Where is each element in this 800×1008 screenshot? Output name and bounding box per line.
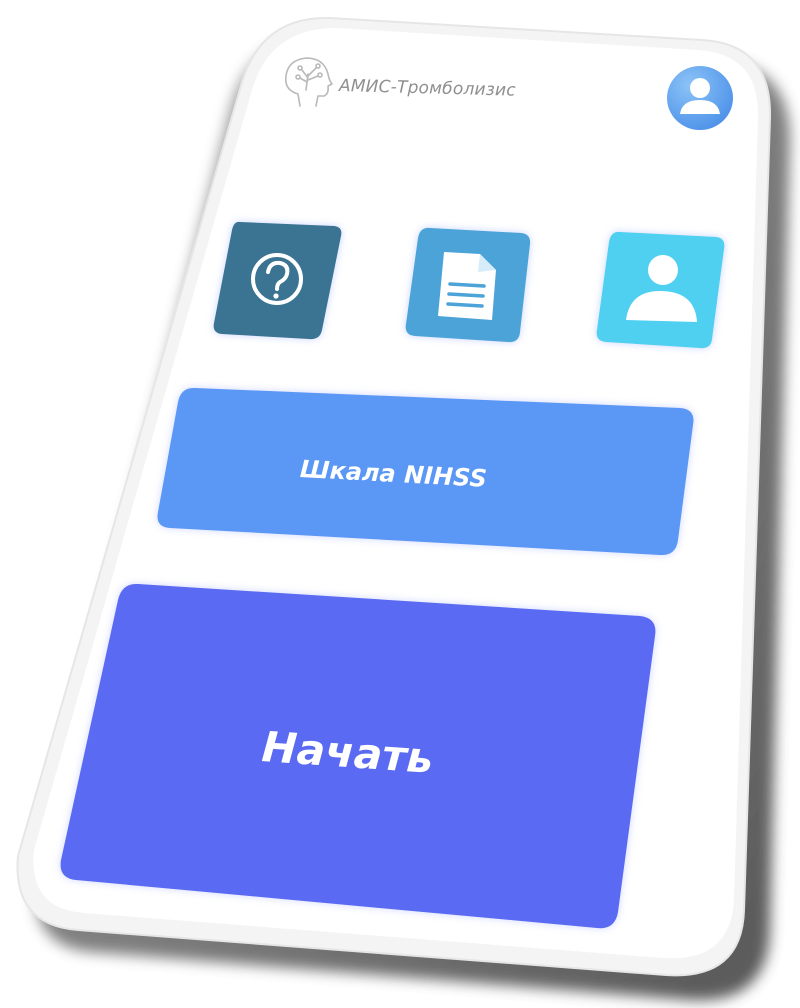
document-tile-button[interactable] <box>400 224 535 348</box>
help-tile-button[interactable] <box>208 218 348 344</box>
document-icon <box>438 252 496 320</box>
phone-mockup: АМИС-Тромболизис Шкала NIHSS Начать <box>0 0 800 1008</box>
patient-tile-button[interactable] <box>592 228 730 354</box>
logo-icon <box>284 57 333 107</box>
profile-button[interactable] <box>660 64 764 136</box>
